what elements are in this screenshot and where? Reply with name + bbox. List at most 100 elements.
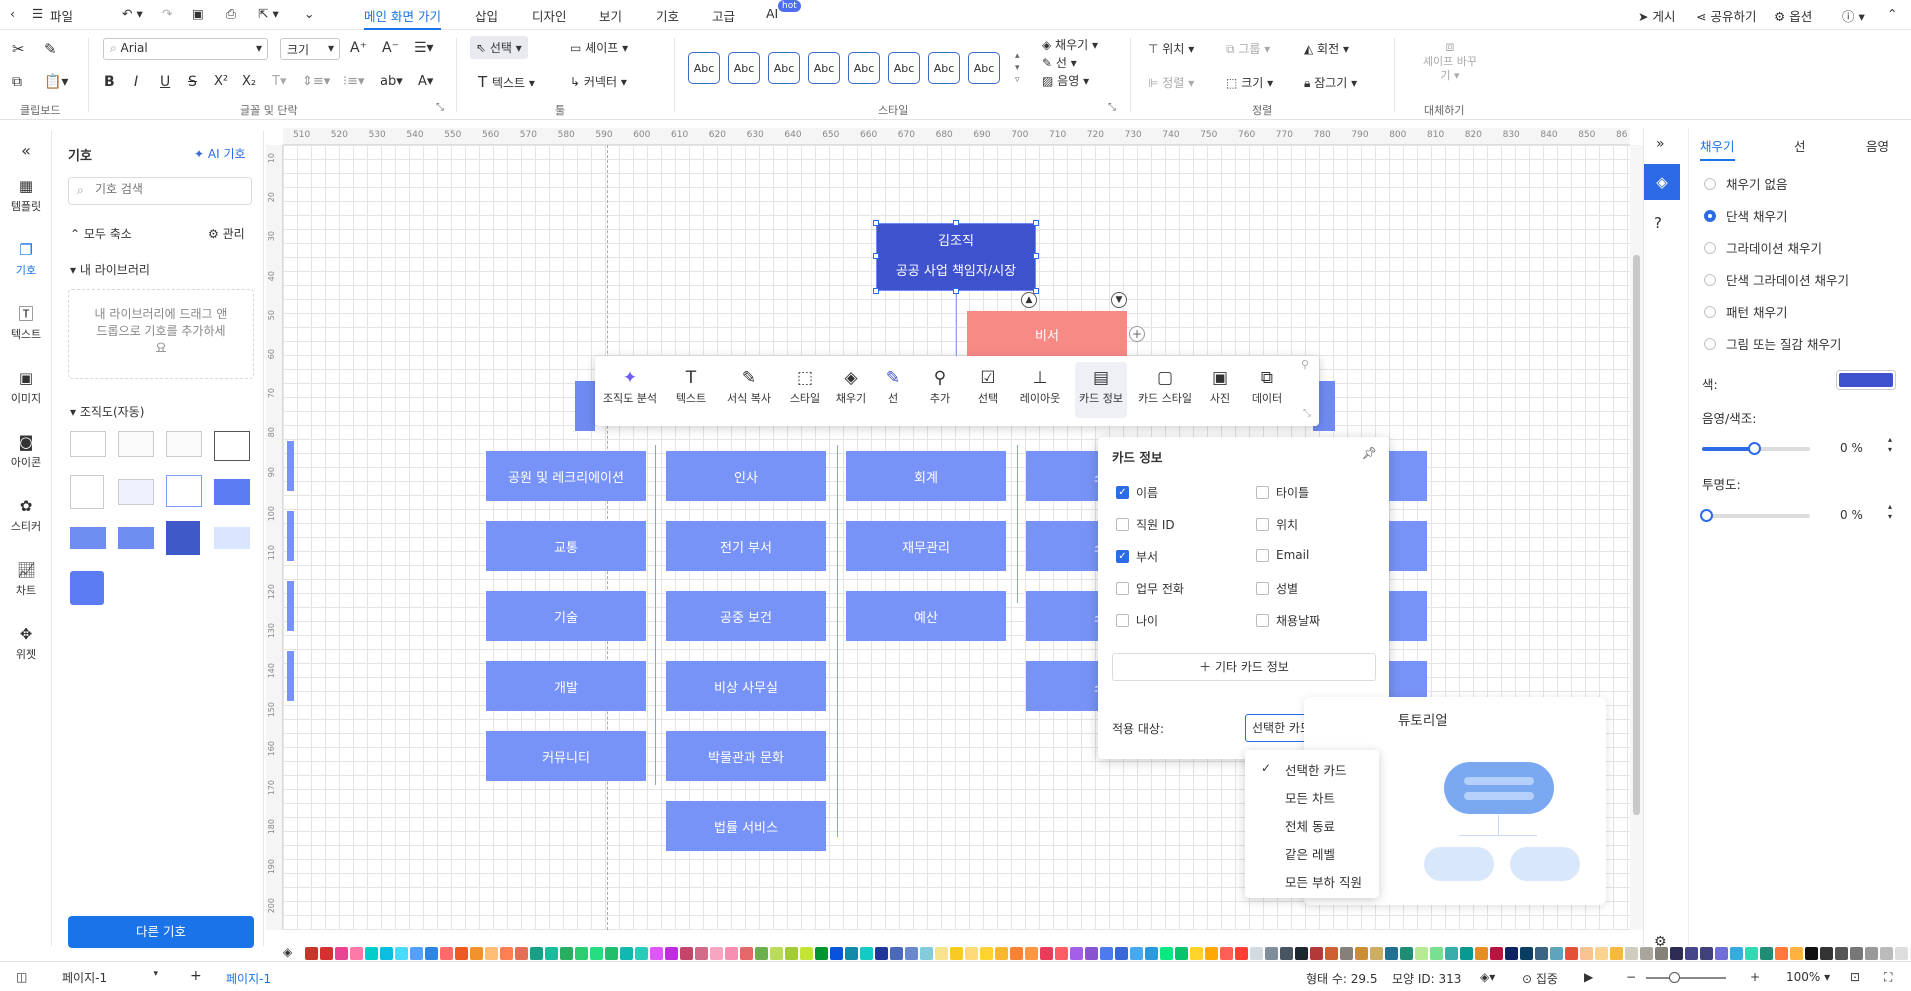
color-swatch[interactable] xyxy=(1415,946,1428,960)
org-node[interactable] xyxy=(575,381,595,431)
zoom-out-icon[interactable]: − xyxy=(1626,970,1636,984)
color-swatch[interactable] xyxy=(770,946,783,960)
redo-icon[interactable]: ↷ xyxy=(162,6,172,21)
back-icon[interactable]: ‹ xyxy=(10,6,15,21)
style-preset[interactable]: Abc xyxy=(728,52,760,84)
undo-icon[interactable]: ↶ ▾ xyxy=(122,6,143,21)
color-swatch[interactable] xyxy=(1730,946,1743,960)
shadow-button[interactable]: ▨ 음영 ▾ xyxy=(1042,72,1089,89)
paint-bucket-icon[interactable]: ◈ xyxy=(283,945,297,961)
color-swatch[interactable] xyxy=(605,946,618,960)
file-menu[interactable]: 파일 xyxy=(50,6,73,25)
org-chart-header[interactable]: ▾ 조직도(자동) xyxy=(70,403,144,420)
org-analysis-button[interactable]: ✦ 조직도 분석 xyxy=(601,366,659,406)
color-swatch[interactable] xyxy=(1505,946,1518,960)
dropdown-option[interactable]: 선택한 카드 xyxy=(1285,760,1346,779)
tab-advanced[interactable]: 고급 xyxy=(712,6,735,25)
field-checkbox-department[interactable]: ✓ 부서 xyxy=(1116,548,1158,565)
tab-insert[interactable]: 삽입 xyxy=(475,6,498,25)
fill-tool-icon[interactable]: ◈ xyxy=(1644,164,1680,200)
org-node[interactable] xyxy=(1383,521,1427,571)
org-node-finance[interactable]: 재무관리 xyxy=(846,521,1006,571)
line-button[interactable]: ✎ 선 xyxy=(879,366,907,406)
focus-button[interactable]: ⊙ 집중 xyxy=(1522,970,1558,987)
dropdown-option[interactable]: 전체 동료 xyxy=(1285,816,1335,835)
symbol-thumbnail[interactable] xyxy=(214,431,250,461)
lock-button[interactable]: 🔒︎ 잠그기 ▾ xyxy=(1304,74,1357,91)
collapse-all-button[interactable]: ⌃ 모두 축소 xyxy=(70,225,132,242)
resize-handle[interactable] xyxy=(873,253,879,259)
color-swatch[interactable] xyxy=(1220,946,1233,960)
color-swatch[interactable] xyxy=(545,946,558,960)
color-swatch[interactable] xyxy=(1805,946,1818,960)
tab-line[interactable]: 선 xyxy=(1794,136,1806,155)
symbol-thumbnail[interactable] xyxy=(70,475,104,509)
font-select[interactable]: ⌕ Arial ▾ xyxy=(103,38,268,60)
color-swatch[interactable] xyxy=(1145,946,1158,960)
more-card-info-button[interactable]: ＋ 기타 카드 정보 xyxy=(1112,653,1376,681)
radio-solid-gradient-fill[interactable]: 단색 그라데이션 채우기 xyxy=(1704,270,1849,289)
org-node-hr[interactable]: 인사 xyxy=(666,451,826,501)
color-swatch[interactable] xyxy=(845,946,858,960)
symbol-thumbnail[interactable] xyxy=(166,431,202,457)
org-node-tech[interactable]: 기술 xyxy=(486,591,646,641)
dropdown-option[interactable]: 모든 부하 직원 xyxy=(1285,872,1362,891)
color-swatch[interactable] xyxy=(650,946,663,960)
color-swatch[interactable] xyxy=(470,946,483,960)
select-tool[interactable]: ⇖ 선택 ▾ xyxy=(470,36,528,59)
text-case-icon[interactable]: T▾ xyxy=(272,74,286,89)
print-icon[interactable]: ⎙ xyxy=(226,6,236,22)
color-swatch[interactable] xyxy=(920,946,933,960)
dropdown-option[interactable]: 모든 차트 xyxy=(1285,788,1335,807)
color-swatch[interactable] xyxy=(980,946,993,960)
italic-icon[interactable]: I xyxy=(134,74,138,90)
card-info-button[interactable]: ▤ 카드 정보 xyxy=(1075,362,1127,418)
tint-value[interactable]: 0 % xyxy=(1840,441,1863,455)
color-swatch[interactable] xyxy=(515,946,528,960)
text-style-icon[interactable]: ab▾ xyxy=(380,74,403,89)
line-button[interactable]: ✎ 선 ▾ xyxy=(1042,54,1077,71)
tab-design[interactable]: 디자인 xyxy=(532,6,567,25)
color-swatch[interactable] xyxy=(455,946,468,960)
color-swatch[interactable] xyxy=(575,946,588,960)
photo-button[interactable]: ▣ 사진 xyxy=(1205,366,1235,406)
org-node-transport[interactable]: 교통 xyxy=(486,521,646,571)
tab-view[interactable]: 보기 xyxy=(599,6,622,25)
color-swatch[interactable] xyxy=(395,946,408,960)
radio-picture-fill[interactable]: 그림 또는 질감 채우기 xyxy=(1704,334,1841,353)
color-swatch[interactable] xyxy=(710,946,723,960)
org-node[interactable] xyxy=(1383,661,1427,701)
nav-templates[interactable]: ▦ 템플릿 xyxy=(0,177,52,214)
color-swatch[interactable] xyxy=(755,946,768,960)
color-swatch[interactable] xyxy=(500,946,513,960)
nav-text[interactable]: 🅃 텍스트 xyxy=(0,305,52,342)
field-checkbox-age[interactable]: 나이 xyxy=(1116,612,1158,629)
style-preset[interactable]: Abc xyxy=(968,52,1000,84)
data-button[interactable]: ⧉ 데이터 xyxy=(1247,366,1287,406)
org-node-root[interactable]: 김조직 공공 사업 책임자/시장 xyxy=(876,223,1036,291)
search-input[interactable] xyxy=(95,182,245,196)
color-swatch[interactable] xyxy=(1880,946,1893,960)
font-size-select[interactable]: 크기 ▾ xyxy=(280,38,340,60)
collapse-right-icon[interactable]: » xyxy=(1656,136,1665,152)
color-swatch[interactable] xyxy=(1235,946,1248,960)
color-swatch[interactable] xyxy=(1580,946,1593,960)
color-swatch[interactable] xyxy=(635,946,648,960)
nav-icons[interactable]: ◙ 아이콘 xyxy=(0,433,52,470)
slider-thumb[interactable] xyxy=(1669,972,1680,983)
align-button[interactable]: ⊫ 정렬 ▾ xyxy=(1148,74,1194,91)
bold-icon[interactable]: B xyxy=(104,74,115,90)
resize-handle[interactable] xyxy=(873,288,879,294)
radio-solid-fill[interactable]: 단색 채우기 xyxy=(1704,206,1787,225)
color-swatch[interactable] xyxy=(785,946,798,960)
color-swatch[interactable] xyxy=(1745,946,1758,960)
underline-icon[interactable]: U xyxy=(160,74,170,90)
export-icon[interactable]: ⇱ ▾ xyxy=(258,6,279,21)
style-preset[interactable]: Abc xyxy=(888,52,920,84)
color-swatch[interactable] xyxy=(1835,946,1848,960)
style-preset[interactable]: Abc xyxy=(768,52,800,84)
color-swatch[interactable] xyxy=(1535,946,1548,960)
color-swatch[interactable] xyxy=(1715,946,1728,960)
play-icon[interactable]: ▶ xyxy=(1584,970,1593,984)
drop-zone[interactable]: 내 라이브러리에 드래그 앤 드롭으로 기호를 추가하세요 xyxy=(68,289,254,379)
